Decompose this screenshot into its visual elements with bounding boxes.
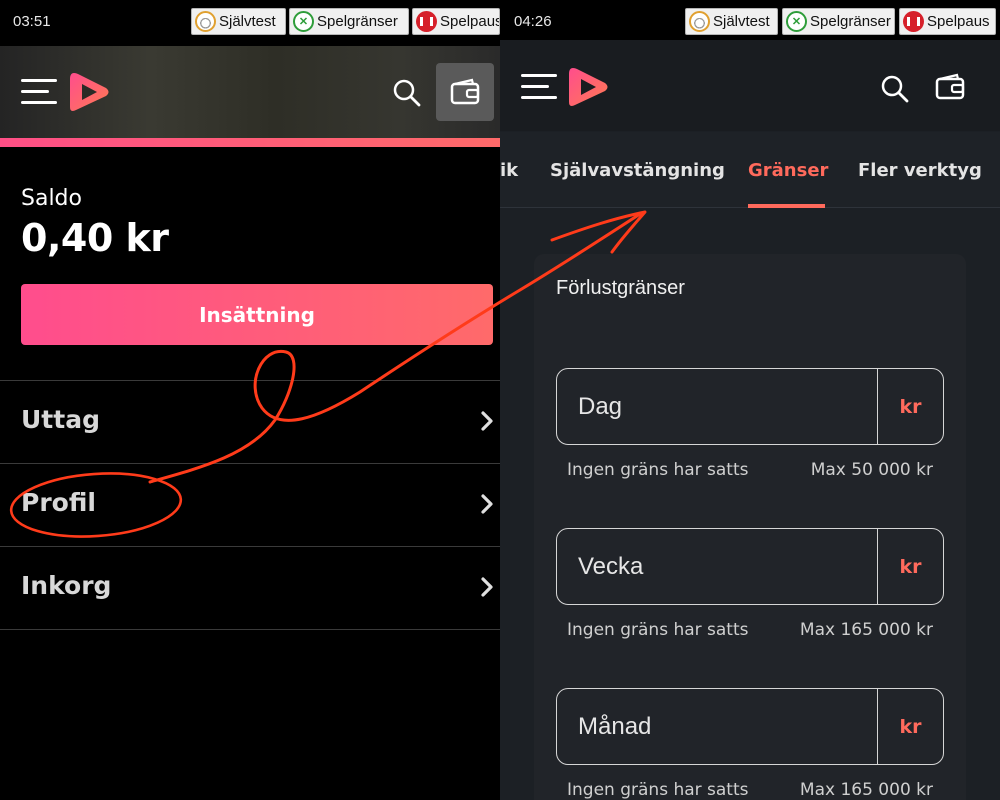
selftest-button[interactable]: Självtest (685, 8, 778, 35)
brand-logo-icon[interactable] (66, 69, 112, 115)
tab-sjalvavstangning[interactable]: Självavstängning (550, 160, 725, 181)
left-screenshot: 03:51 Självtest ✕ Spelgränser Spelpaus S… (0, 0, 500, 800)
wallet-icon (450, 78, 480, 105)
pause-icon (416, 11, 437, 32)
brand-logo-icon[interactable] (565, 64, 611, 110)
search-icon[interactable] (392, 78, 422, 108)
pause-button[interactable]: Spelpaus (899, 8, 996, 35)
header-accent-bar (0, 138, 500, 147)
balance-value: 0,40 kr (21, 216, 169, 260)
menu-icon[interactable] (521, 74, 557, 100)
week-limit-input[interactable] (557, 529, 879, 604)
tab-bar: ik Självavstängning Gränser Fler verktyg (500, 132, 1000, 208)
menu-icon[interactable] (21, 79, 57, 105)
limit-max: Max 165 000 kr (799, 780, 933, 800)
limit-status: Ingen gräns har satts (567, 460, 749, 480)
limits-label: Spelgränser (810, 13, 891, 30)
chevron-right-icon (481, 577, 493, 597)
search-icon[interactable] (880, 74, 910, 104)
chevron-right-icon (481, 411, 493, 431)
pause-label: Spelpaus (440, 13, 500, 30)
limit-icon: ✕ (293, 11, 314, 32)
limit-max: Max 165 000 kr (799, 620, 933, 640)
limits-button[interactable]: ✕ Spelgränser (289, 8, 409, 35)
pause-icon (903, 11, 924, 32)
status-bar: 04:26 Självtest ✕ Spelgränser Spelpaus (500, 0, 1000, 42)
tab-granser[interactable]: Gränser (748, 160, 828, 181)
limits-button[interactable]: ✕ Spelgränser (782, 8, 895, 35)
status-time: 04:26 (514, 13, 552, 30)
wallet-button[interactable] (436, 63, 494, 121)
selftest-label: Självtest (219, 13, 276, 30)
menu-item-label: Inkorg (21, 571, 112, 600)
status-time: 03:51 (13, 13, 51, 30)
wallet-icon[interactable] (934, 73, 966, 101)
day-limit-input[interactable] (557, 369, 879, 444)
gauge-icon (195, 11, 216, 32)
week-limit-field: kr (556, 528, 944, 605)
tab-fler-verktyg[interactable]: Fler verktyg (858, 160, 982, 181)
balance-label: Saldo (21, 186, 82, 211)
limit-status: Ingen gräns har satts (567, 620, 749, 640)
divider (0, 629, 500, 630)
menu-item-profil[interactable]: Profil (0, 463, 500, 546)
pause-label: Spelpaus (927, 13, 990, 30)
active-tab-indicator (748, 204, 825, 208)
month-limit-input[interactable] (557, 689, 879, 764)
menu-item-label: Profil (21, 488, 96, 517)
tab-partial[interactable]: ik (500, 160, 518, 181)
status-bar: 03:51 Självtest ✕ Spelgränser Spelpaus (0, 0, 500, 42)
currency-unit: kr (877, 369, 943, 444)
currency-unit: kr (877, 529, 943, 604)
day-limit-field: kr (556, 368, 944, 445)
month-limit-field: kr (556, 688, 944, 765)
gauge-icon (689, 11, 710, 32)
menu-item-uttag[interactable]: Uttag (0, 380, 500, 463)
selftest-label: Självtest (713, 13, 770, 30)
currency-unit: kr (877, 689, 943, 764)
limit-max: Max 50 000 kr (810, 460, 933, 480)
chevron-right-icon (481, 494, 493, 514)
menu-item-inkorg[interactable]: Inkorg (0, 546, 500, 629)
card-title: Förlustgränser (556, 277, 685, 299)
right-screenshot: 04:26 Självtest ✕ Spelgränser Spelpaus i… (500, 0, 1000, 800)
pause-button[interactable]: Spelpaus (412, 8, 500, 35)
limits-label: Spelgränser (317, 13, 398, 30)
menu-item-label: Uttag (21, 405, 100, 434)
selftest-button[interactable]: Självtest (191, 8, 286, 35)
limit-status: Ingen gräns har satts (567, 780, 749, 800)
deposit-button[interactable]: Insättning (21, 284, 493, 345)
limit-icon: ✕ (786, 11, 807, 32)
